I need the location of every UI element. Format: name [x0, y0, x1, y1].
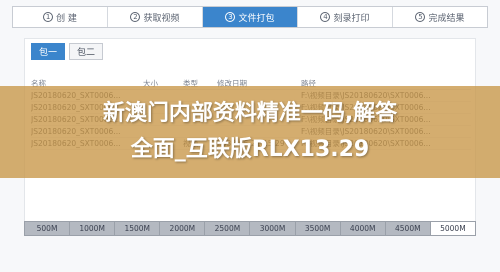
- step-number-icon: 4: [320, 12, 331, 22]
- step-number-icon: 1: [43, 12, 54, 22]
- scale-mark: 2500M: [205, 222, 251, 235]
- scale-mark: 1500M: [115, 222, 161, 235]
- banner-line-2: 全面_互联版RLX13.29: [130, 137, 370, 162]
- capacity-scale: 500M 1000M 1500M 2000M 2500M 3000M 3500M 4000M 4…: [24, 221, 476, 236]
- step-number-icon: 5: [415, 12, 426, 22]
- step-5[interactable]: 5 完成结果: [393, 7, 487, 27]
- step-label: 获取视频: [143, 13, 180, 24]
- step-number-icon: 2: [130, 12, 141, 22]
- step-number-icon: 3: [225, 12, 236, 22]
- app-window: 1创 建 2 获取视频 3 文件打包 4 刻录打印 5 完成结果 包一 包二 名称 大小 类型 …: [0, 0, 500, 272]
- step-2[interactable]: 2 获取视频: [108, 7, 203, 27]
- scale-mark: 3500M: [296, 222, 341, 235]
- step-label: 刻录打印: [333, 13, 370, 24]
- tab-package-2[interactable]: 包二: [69, 43, 103, 60]
- scale-mark: 4500M: [386, 222, 431, 235]
- banner-text: 新澳门内部资料精准一码,解答 全面_互联版RLX13.29: [0, 96, 500, 168]
- tab-package-1[interactable]: 包一: [31, 43, 65, 60]
- step-3[interactable]: 3 文件打包: [203, 7, 298, 27]
- scale-mark: 4000M: [341, 222, 386, 235]
- scale-mark: 5000M: [430, 222, 475, 235]
- scale-mark: 500M: [25, 222, 71, 235]
- step-label: 完成结果: [428, 13, 465, 24]
- step-label: 文件打包: [238, 13, 275, 24]
- scale-mark: 1000M: [70, 222, 116, 235]
- scale-mark: 2000M: [160, 222, 206, 235]
- step-label: 创 建: [56, 13, 77, 24]
- scale-mark: 3000M: [250, 222, 296, 235]
- package-tabs: 包一 包二: [31, 43, 103, 60]
- banner-line-1: 新澳门内部资料精准一码,解答: [102, 101, 398, 126]
- step-4[interactable]: 4 刻录打印: [298, 7, 393, 27]
- step-1[interactable]: 1创 建: [13, 7, 108, 27]
- step-bar: 1创 建 2 获取视频 3 文件打包 4 刻录打印 5 完成结果: [12, 6, 488, 28]
